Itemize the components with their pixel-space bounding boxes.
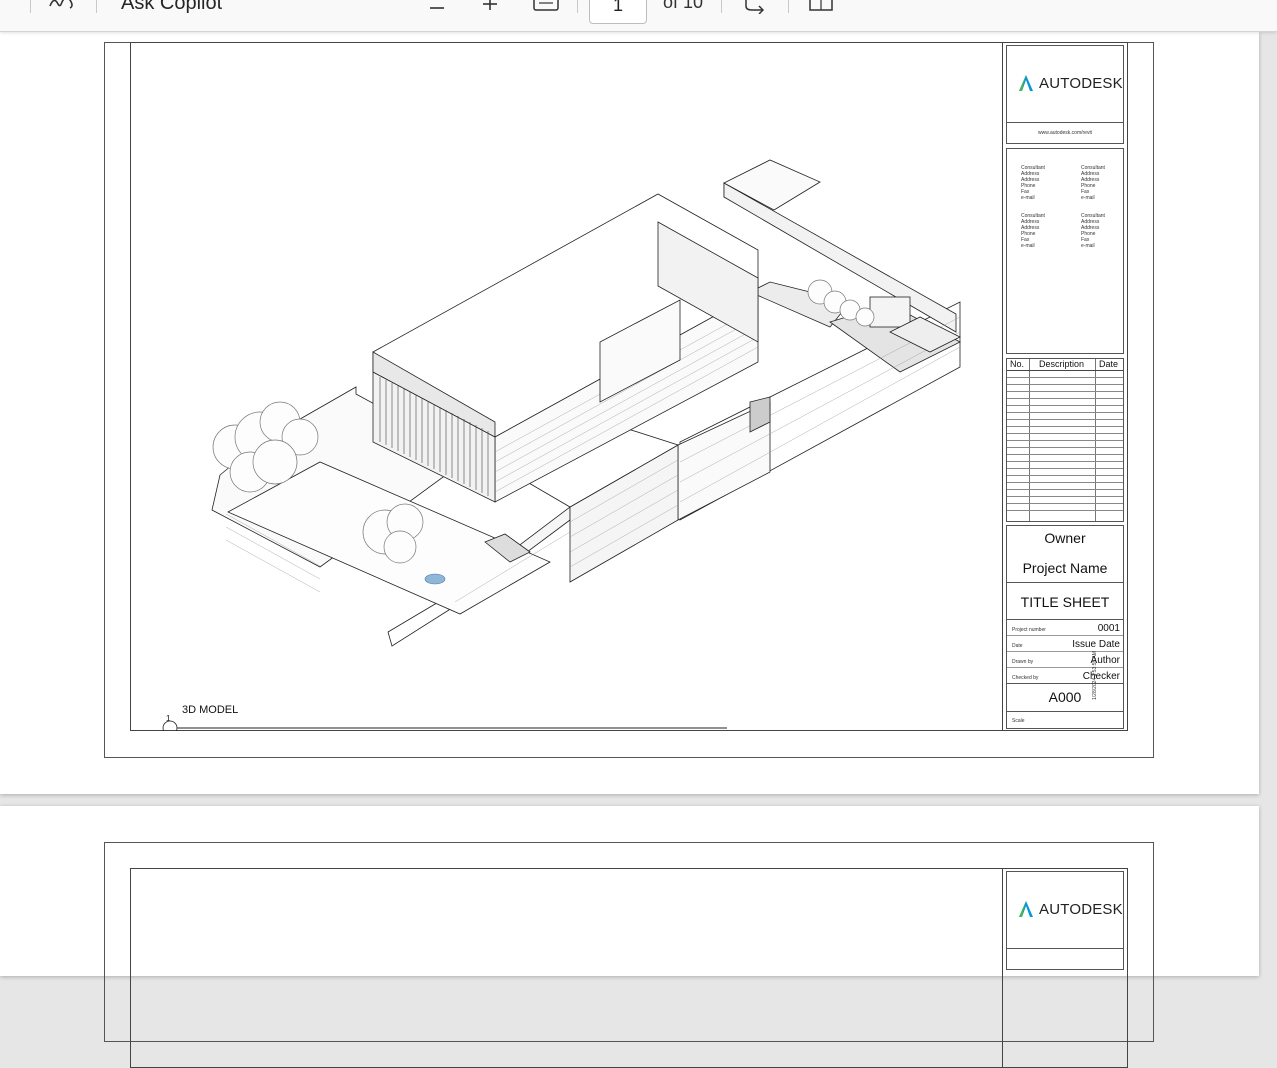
view-number: 1 — [166, 714, 171, 723]
autodesk-logo-icon — [1019, 75, 1033, 91]
project-number-value: 0001 — [1097, 623, 1120, 634]
pdf-page-2: AUTODESK — [0, 806, 1259, 1068]
owner-label: Owner — [1044, 530, 1086, 546]
logo-panel: AUTODESK — [1006, 871, 1124, 970]
checked-by-value: Checker — [1082, 671, 1120, 682]
rev-header-no: No. — [1010, 359, 1025, 369]
fit-page-icon[interactable] — [533, 0, 559, 17]
rev-header-date: Date — [1099, 359, 1119, 369]
rev-header-description: Description — [1039, 359, 1085, 369]
rotate-icon[interactable] — [742, 0, 770, 19]
sheet-number: A000 — [1048, 689, 1082, 705]
project-info-panel: Owner Project Name TITLE SHEET Project n… — [1006, 525, 1124, 729]
toolbar-separator — [577, 0, 578, 13]
brand-name: AUTODESK — [1039, 900, 1123, 918]
toolbar-separator — [788, 0, 789, 13]
page-count-label: of 10 — [663, 0, 704, 12]
zoom-in-icon[interactable] — [481, 0, 499, 15]
consultant-1: Consultant Address Address Phone Fax e-mail — [1021, 165, 1045, 201]
project-name-label: Project Name — [1022, 560, 1108, 576]
project-number-label: Project number — [1012, 627, 1046, 633]
page-number-input[interactable]: 1 — [589, 0, 647, 24]
toolbar-separator — [721, 0, 722, 13]
zoom-out-icon[interactable] — [428, 0, 446, 18]
brand-url: www.autodesk.com/revit — [1038, 130, 1092, 136]
revision-table: No. Description Date — [1006, 358, 1124, 522]
isometric-house-drawing — [162, 159, 961, 731]
text-aA-icon[interactable] — [48, 0, 78, 10]
title-block: AUTODESK — [1002, 868, 1128, 1068]
consultants-panel: Consultant Address Address Phone Fax e-mail C… — [1006, 148, 1124, 354]
ask-copilot-button[interactable]: Ask Copilot — [121, 0, 222, 15]
consultant-2: Consultant Address Address Phone Fax e-mail — [1081, 165, 1105, 201]
checked-by-label: Checked by — [1012, 675, 1039, 681]
pdf-toolbar: Ask Copilot 1 of 10 — [0, 0, 1277, 32]
drawing-frame — [130, 868, 1128, 1068]
pdf-page: 1 3D MODEL AUTODESK www.autodesk.com/rev… — [0, 32, 1259, 794]
toolbar-separator — [96, 0, 97, 13]
brand-name: AUTODESK — [1039, 74, 1123, 92]
date-label: Date — [1012, 643, 1023, 649]
page-view-icon[interactable] — [808, 0, 836, 19]
consultant-4: Consultant Address Address Phone Fax e-mail — [1081, 213, 1105, 249]
title-block: AUTODESK www.autodesk.com/revit Consulta… — [1002, 42, 1128, 731]
scale-label: Scale — [1012, 718, 1025, 724]
consultant-3: Consultant Address Address Phone Fax e-mail — [1021, 213, 1045, 249]
drawn-by-label: Drawn by — [1012, 659, 1034, 665]
print-timestamp: 1/28/2024 1:53:55 AM — [1092, 651, 1098, 700]
toolbar-separator — [30, 0, 31, 13]
autodesk-logo-icon — [1019, 901, 1033, 917]
view-title: 3D MODEL — [182, 704, 239, 716]
logo-panel: AUTODESK www.autodesk.com/revit — [1006, 45, 1124, 144]
sheet-title: TITLE SHEET — [1020, 594, 1110, 610]
